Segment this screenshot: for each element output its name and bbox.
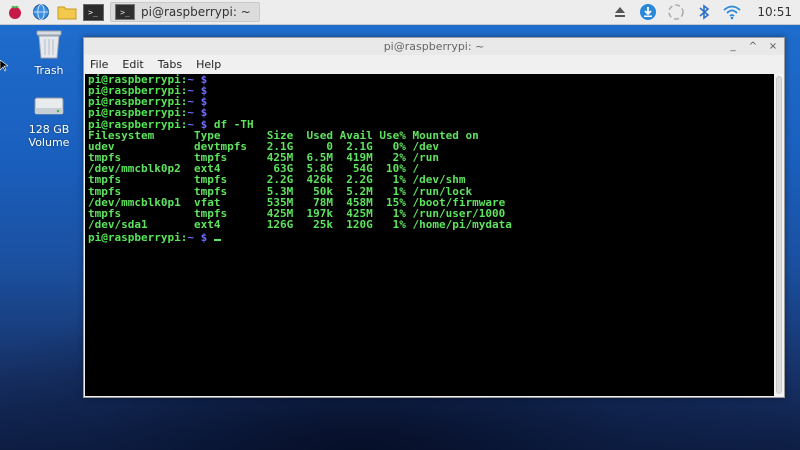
prompt-path: ~ <box>187 231 194 245</box>
bluetooth-icon[interactable] <box>693 1 715 23</box>
eject-icon[interactable] <box>609 1 631 23</box>
terminal-launcher-icon[interactable]: >_ <box>82 1 104 23</box>
desktop-volume[interactable]: 128 GB Volume <box>14 94 84 149</box>
desktop-trash[interactable]: Trash <box>14 29 84 77</box>
menu-file[interactable]: File <box>88 58 110 71</box>
wifi-icon[interactable] <box>721 1 743 23</box>
drive-icon <box>34 97 64 115</box>
window-title: pi@raspberrypi: ~ <box>383 40 485 53</box>
terminal-window: pi@raspberrypi: ~ _ ^ × File Edit Tabs H… <box>83 37 785 398</box>
taskbar-window-label: pi@raspberrypi: ~ <box>141 5 251 19</box>
maximize-icon[interactable]: ^ <box>748 38 758 55</box>
trash-label: Trash <box>34 64 64 77</box>
file-manager-icon[interactable] <box>56 1 78 23</box>
window-titlebar[interactable]: pi@raspberrypi: ~ _ ^ × <box>84 38 784 55</box>
trash-icon <box>36 30 62 59</box>
terminal-output[interactable]: pi@raspberrypi:~ $ pi@raspberrypi:~ $ pi… <box>85 74 774 396</box>
terminal-icon: >_ <box>115 4 135 20</box>
prompt-user: pi@raspberrypi: <box>88 231 188 245</box>
menu-edit[interactable]: Edit <box>120 58 145 71</box>
menu-bar: File Edit Tabs Help <box>84 55 784 73</box>
close-icon[interactable]: × <box>768 38 778 55</box>
menu-help[interactable]: Help <box>194 58 223 71</box>
minimize-icon[interactable]: _ <box>728 38 738 55</box>
system-tray: 10:51 <box>609 0 792 24</box>
text-cursor <box>213 230 221 242</box>
scrollbar[interactable] <box>775 74 783 396</box>
terminal-text: pi@raspberrypi:~ $ pi@raspberrypi:~ $ pi… <box>88 74 512 243</box>
volume-label: 128 GB Volume <box>28 123 70 149</box>
network-status-icon[interactable] <box>665 1 687 23</box>
prompt-symbol: $ <box>200 231 208 245</box>
taskbar-window-button[interactable]: >_ pi@raspberrypi: ~ <box>110 2 260 22</box>
menu-tabs[interactable]: Tabs <box>156 58 184 71</box>
clock[interactable]: 10:51 <box>757 5 792 19</box>
browser-icon[interactable] <box>30 1 52 23</box>
update-icon[interactable] <box>637 1 659 23</box>
df-row: /dev/sda1 ext4 126G 25k 120G 1% /home/pi… <box>88 218 512 232</box>
scrollbar-thumb[interactable] <box>776 76 782 394</box>
mouse-pointer-icon <box>0 60 8 72</box>
top-panel: >_ >_ pi@raspberrypi: ~ 10:51 <box>0 0 800 25</box>
raspberry-menu-icon[interactable] <box>4 1 26 23</box>
